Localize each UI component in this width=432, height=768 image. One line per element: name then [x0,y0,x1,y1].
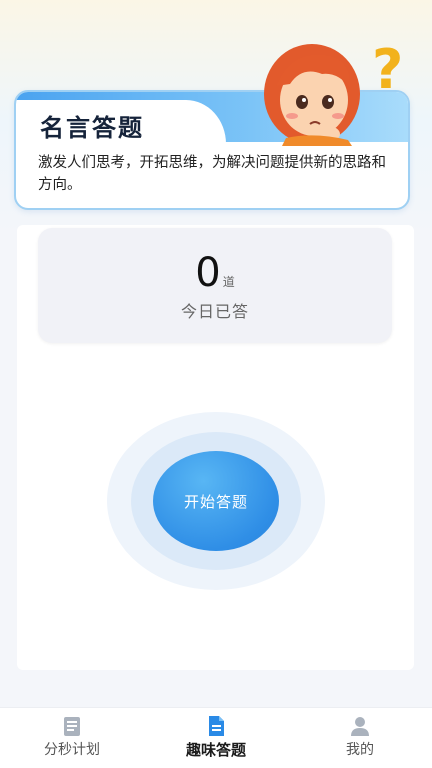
app-screen: 名言答题 激发人们思考，开拓思维，为解决问题提供新的思路和方向。 ? 0道 今日 [0,0,432,768]
notebook-icon [64,717,80,736]
count-unit: 道 [222,275,235,289]
count-row: 0道 [38,250,392,296]
answered-today-label: 今日已答 [180,302,249,321]
page-description: 激发人们思考，开拓思维，为解决问题提供新的思路和方向。 [38,155,386,193]
bottom-nav: 分秒计划 趣味答题 我的 [0,707,432,768]
question-mark-icon: ? [372,38,403,101]
nav-label-quiz: 趣味答题 [185,741,246,759]
document-icon [209,716,224,736]
answered-count-card: 0道 今日已答 [38,228,392,343]
nav-label-me: 我的 [346,742,374,758]
nav-label-plan: 分秒计划 [44,742,100,758]
start-quiz-button[interactable]: 开始答题 [153,451,279,551]
nav-item-plan[interactable]: 分秒计划 [0,708,144,768]
nav-item-quiz[interactable]: 趣味答题 [144,708,288,768]
thinking-girl-illustration: ? [264,38,403,146]
nav-item-me[interactable]: 我的 [288,708,432,768]
page-title: 名言答题 [40,114,144,142]
answered-count: 0 [195,250,221,296]
start-quiz-label: 开始答题 [183,492,248,511]
person-icon [351,717,369,736]
